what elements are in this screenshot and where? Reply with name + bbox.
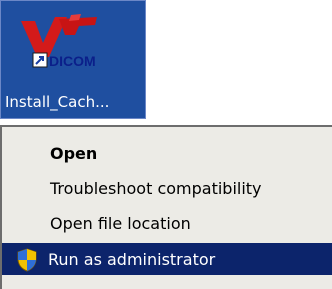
menu-item-troubleshoot-compatibility[interactable]: Troubleshoot compatibility [2, 172, 332, 204]
application-logo-icon: DICOM [21, 14, 97, 69]
menu-item-run-as-administrator[interactable]: Run as administrator [2, 243, 332, 275]
menu-item-open-file-location[interactable]: Open file location [2, 207, 332, 239]
context-menu: Open Troubleshoot compatibility Open fil… [0, 125, 332, 289]
uac-shield-icon [17, 248, 37, 272]
svg-text:DICOM: DICOM [49, 53, 96, 69]
desktop-icon-label: Install_Cach... [5, 93, 110, 111]
menu-item-open[interactable]: Open [2, 137, 332, 169]
desktop-shortcut-icon[interactable]: DICOM Install_Cach... [0, 0, 146, 119]
menu-item-label: Run as administrator [48, 249, 216, 269]
screen: DICOM Install_Cach... Open Troubleshoot … [0, 0, 332, 289]
